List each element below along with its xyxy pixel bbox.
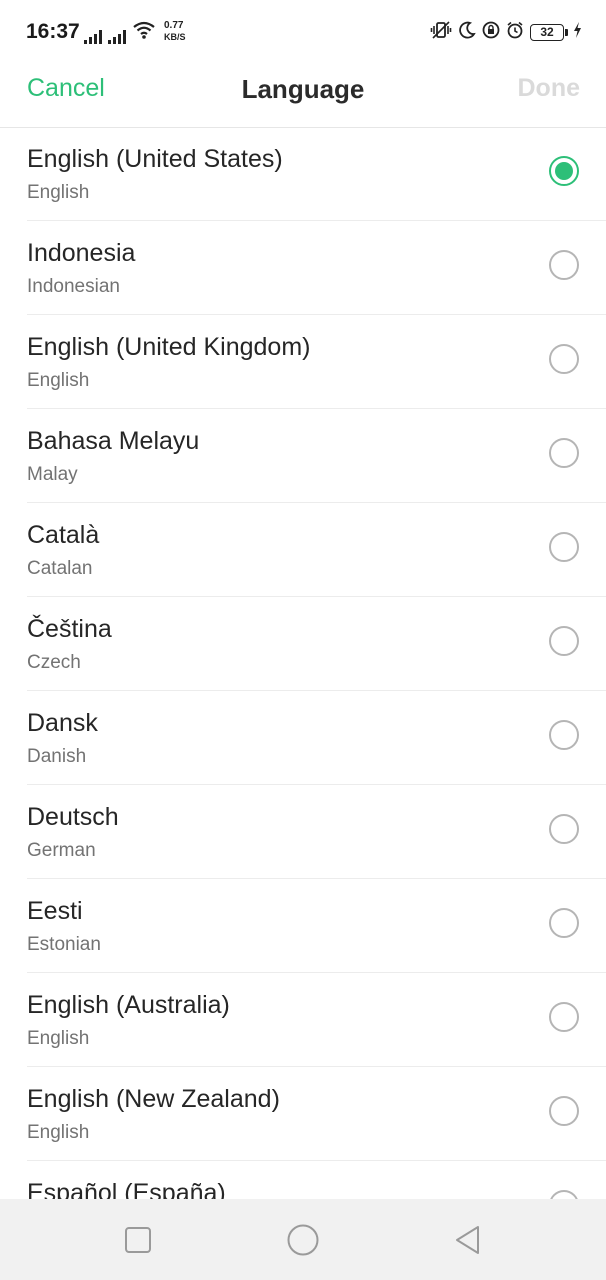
language-native-name: Dansk bbox=[27, 709, 98, 737]
language-english-name: English bbox=[27, 1122, 90, 1143]
language-english-name: Estonian bbox=[27, 934, 101, 955]
language-item-indonesia[interactable]: Indonesia Indonesian bbox=[27, 221, 606, 315]
language-native-name: Eesti bbox=[27, 897, 83, 925]
radio-unselected[interactable] bbox=[549, 814, 579, 844]
language-native-name: English (New Zealand) bbox=[27, 1085, 280, 1113]
status-time: 16:37 bbox=[26, 20, 80, 43]
network-speed: 0.77 KB/S bbox=[162, 20, 192, 44]
language-english-name: Czech bbox=[27, 652, 81, 673]
language-english-name: German bbox=[27, 840, 96, 861]
lock-rotation-icon bbox=[482, 21, 500, 44]
charging-icon bbox=[573, 21, 582, 43]
status-bar: 16:37 0.77 KB/S 32 bbox=[0, 0, 606, 64]
status-left-icons: 0.77 KB/S bbox=[84, 20, 192, 44]
language-english-name: English bbox=[27, 370, 90, 391]
signal-strength-2-icon bbox=[108, 30, 126, 44]
signal-strength-icon bbox=[84, 30, 102, 44]
wifi-icon bbox=[132, 21, 156, 44]
page-title: Language bbox=[241, 74, 365, 104]
language-english-name: English bbox=[27, 1028, 90, 1049]
language-native-name: Deutsch bbox=[27, 803, 119, 831]
done-button[interactable]: Done bbox=[518, 74, 581, 103]
language-item-english-uk[interactable]: English (United Kingdom) English bbox=[27, 315, 606, 409]
language-item-english-australia[interactable]: English (Australia) English bbox=[27, 973, 606, 1067]
language-english-name: Indonesian bbox=[27, 276, 120, 297]
battery-icon: 32 bbox=[530, 23, 568, 41]
language-native-name: Español (España) bbox=[27, 1179, 226, 1199]
status-right-icons: 32 bbox=[430, 20, 582, 45]
vibrate-icon bbox=[430, 20, 452, 45]
language-item-cestina[interactable]: Čeština Czech bbox=[27, 597, 606, 691]
radio-unselected[interactable] bbox=[549, 438, 579, 468]
header-bar: Cancel Language Done bbox=[0, 64, 606, 128]
language-english-name: Danish bbox=[27, 746, 87, 767]
language-native-name: English (Australia) bbox=[27, 991, 230, 1019]
moon-icon bbox=[458, 21, 476, 44]
language-settings-screen: 16:37 0.77 KB/S 32 Cancel Language Done … bbox=[0, 0, 606, 1280]
language-english-name: Catalan bbox=[27, 558, 93, 579]
language-english-name: English bbox=[27, 182, 90, 203]
alarm-icon bbox=[506, 21, 524, 44]
circle-home-icon[interactable] bbox=[286, 1223, 320, 1257]
language-item-catala[interactable]: Català Catalan bbox=[27, 503, 606, 597]
radio-unselected[interactable] bbox=[549, 532, 579, 562]
radio-unselected[interactable] bbox=[549, 344, 579, 374]
radio-selected[interactable] bbox=[549, 156, 579, 186]
triangle-back-icon[interactable] bbox=[451, 1223, 485, 1257]
language-list: English (United States) English Indonesi… bbox=[0, 127, 606, 1199]
language-native-name: English (United States) bbox=[27, 145, 283, 173]
language-native-name: Čeština bbox=[27, 615, 112, 643]
language-native-name: Indonesia bbox=[27, 239, 136, 267]
language-item-english-new-zealand[interactable]: English (New Zealand) English bbox=[27, 1067, 606, 1161]
language-english-name: Malay bbox=[27, 464, 78, 485]
network-speed-unit: KB/S bbox=[164, 32, 186, 42]
language-native-name: English (United Kingdom) bbox=[27, 333, 311, 361]
radio-unselected[interactable] bbox=[549, 1002, 579, 1032]
radio-unselected[interactable] bbox=[549, 1190, 579, 1199]
network-speed-value: 0.77 bbox=[164, 20, 184, 31]
square-recent-apps-icon[interactable] bbox=[121, 1223, 155, 1257]
language-native-name: Bahasa Melayu bbox=[27, 427, 200, 455]
language-item-bahasa-melayu[interactable]: Bahasa Melayu Malay bbox=[27, 409, 606, 503]
language-native-name: Català bbox=[27, 521, 100, 549]
radio-unselected[interactable] bbox=[549, 720, 579, 750]
radio-unselected[interactable] bbox=[549, 1096, 579, 1126]
language-item-dansk[interactable]: Dansk Danish bbox=[27, 691, 606, 785]
radio-unselected[interactable] bbox=[549, 908, 579, 938]
language-item-deutsch[interactable]: Deutsch German bbox=[27, 785, 606, 879]
language-item-english-us[interactable]: English (United States) English bbox=[27, 127, 606, 221]
language-item-espanol-espana[interactable]: Español (España) bbox=[27, 1161, 606, 1199]
radio-unselected[interactable] bbox=[549, 626, 579, 656]
radio-unselected[interactable] bbox=[549, 250, 579, 280]
language-item-eesti[interactable]: Eesti Estonian bbox=[27, 879, 606, 973]
system-navigation-bar bbox=[0, 1199, 606, 1280]
